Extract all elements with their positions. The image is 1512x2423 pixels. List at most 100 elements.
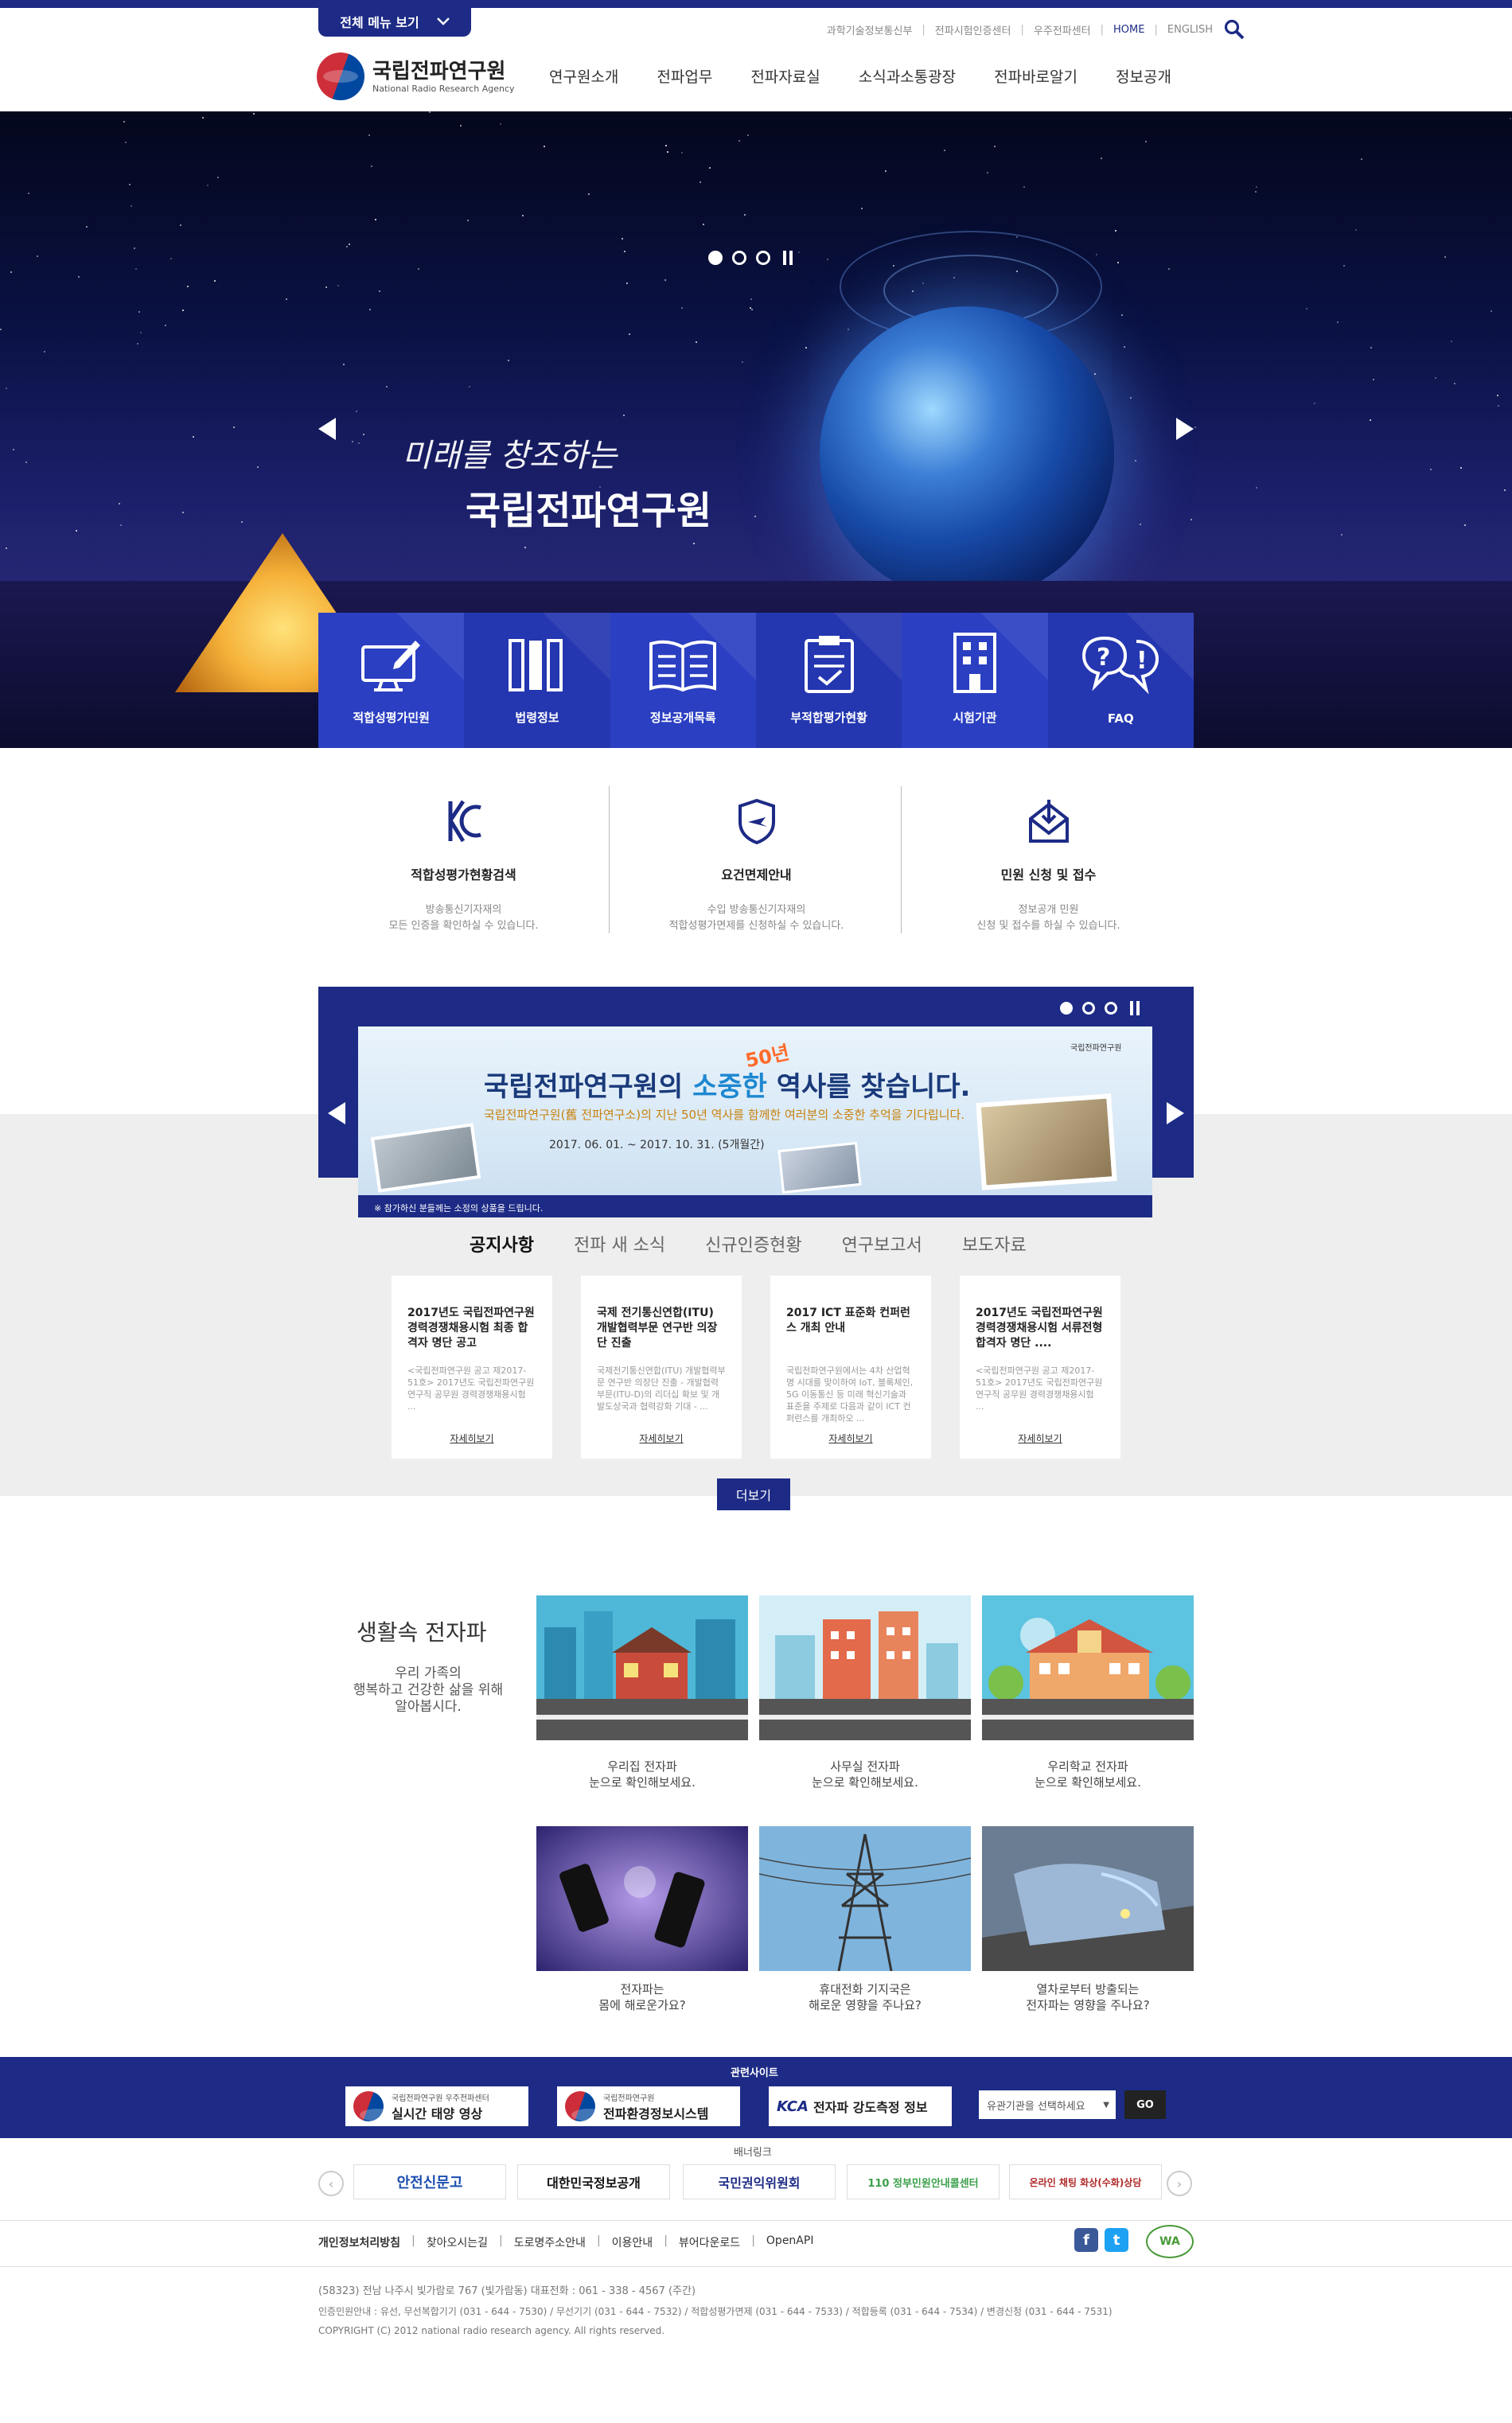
hero-title: 국립전파연구원 xyxy=(466,489,712,533)
hero-dot-3[interactable] xyxy=(756,251,770,265)
quick-link-law[interactable]: 법령정보 xyxy=(464,613,610,748)
notice-card-title: 2017 ICT 표준화 컨퍼런스 개최 안내 xyxy=(786,1307,910,1334)
star-dot xyxy=(1430,469,1432,471)
nav-item-learn[interactable]: 전파바로알기 xyxy=(994,65,1077,87)
notice-card-more-link[interactable]: 자세히보기 xyxy=(786,1432,915,1445)
life-thumb-school[interactable] xyxy=(982,1595,1194,1740)
footer-link-road-address[interactable]: 도로명주소안내 xyxy=(514,2234,586,2250)
star-dot xyxy=(1124,346,1126,349)
quick-link-test-lab[interactable]: 시험기관 xyxy=(902,613,1048,748)
banner-dot-3[interactable] xyxy=(1105,1002,1117,1015)
util-link-cert-center[interactable]: 전파시험인증센터 xyxy=(935,22,1011,37)
twitter-icon[interactable]: t xyxy=(1105,2228,1128,2252)
logo-english-name: National Radio Research Agency xyxy=(372,83,515,94)
notice-card[interactable]: 국제 전기통신연합(ITU) 개발협력부문 연구반 의장단 진출 국제전기통신연… xyxy=(581,1276,742,1459)
event-banner[interactable]: 국립전파연구원 국립전파연구원의 소중한 역사를 찾습니다. 50년 국립전파연… xyxy=(358,1026,1152,1217)
hero-subtitle: 미래를 창조하는 xyxy=(402,438,618,474)
life-thumb-home[interactable] xyxy=(536,1595,748,1740)
banner-next-circle-icon[interactable]: › xyxy=(1167,2171,1192,2196)
util-link-msit[interactable]: 과학기술정보통신부 xyxy=(827,22,913,37)
tab-press-releases[interactable]: 보도자료 xyxy=(962,1231,1027,1256)
go-button[interactable]: GO xyxy=(1124,2090,1166,2119)
all-menu-button[interactable]: 전체 메뉴 보기 xyxy=(318,6,471,37)
banner-dot-2[interactable] xyxy=(1082,1002,1095,1015)
footer-link-guide[interactable]: 이용안내 xyxy=(612,2234,653,2250)
tab-notice[interactable]: 공지사항 xyxy=(470,1231,534,1256)
star-dot xyxy=(170,257,173,259)
related-org-select[interactable]: 유관기관을 선택하세요 ▼ xyxy=(979,2090,1116,2119)
banner-link-chat[interactable]: 온라인 채팅 화상(수화)상담 xyxy=(1009,2164,1162,2199)
banner-link-110[interactable]: 110 정부민원안내콜센터 xyxy=(847,2164,1000,2199)
notice-card-more-link[interactable]: 자세히보기 xyxy=(597,1432,726,1445)
life-thumb-train[interactable] xyxy=(982,1826,1194,1971)
svg-text:!: ! xyxy=(1136,647,1148,675)
quick-link-nonconformity[interactable]: 부적합평가현황 xyxy=(755,613,902,748)
quick-link-info-list[interactable]: 정보공개목록 xyxy=(610,613,756,748)
tab-radio-news[interactable]: 전파 새 소식 xyxy=(574,1231,665,1256)
nav-item-disclosure[interactable]: 정보공개 xyxy=(1116,65,1171,87)
hero-dot-2[interactable] xyxy=(732,251,746,265)
util-link-space-center[interactable]: 우주전파센터 xyxy=(1034,22,1091,37)
star-dot xyxy=(692,542,695,544)
notice-card-more-link[interactable]: 자세히보기 xyxy=(976,1432,1105,1445)
related-site-env[interactable]: 국립전파연구원 전파환경정보시스템 xyxy=(557,2086,740,2126)
service-conformity-search[interactable]: 적합성평가현황검색 방송통신기자재의 모든 인증을 확인하실 수 있습니다. xyxy=(318,796,609,934)
tab-new-certifications[interactable]: 신규인증현황 xyxy=(705,1231,801,1256)
tab-research-reports[interactable]: 연구보고서 xyxy=(842,1231,922,1256)
facebook-icon[interactable]: f xyxy=(1074,2228,1098,2252)
nav-item-about[interactable]: 연구원소개 xyxy=(549,65,618,87)
banner-dot-1[interactable] xyxy=(1060,1002,1073,1015)
footer-link-openapi[interactable]: OpenAPI xyxy=(766,2234,814,2250)
search-icon[interactable] xyxy=(1224,19,1245,40)
nav-item-radio-work[interactable]: 전파업무 xyxy=(657,65,712,87)
star-dot xyxy=(943,150,945,152)
banner-link-acrc[interactable]: 국민권익위원회 xyxy=(683,2164,836,2199)
nav-item-news[interactable]: 소식과소통광장 xyxy=(859,65,956,87)
hero-dot-1[interactable] xyxy=(708,251,723,265)
notice-card[interactable]: 2017 ICT 표준화 컨퍼런스 개최 안내 국립전파연구원에서는 4차 산업… xyxy=(770,1276,931,1459)
related-site-solar[interactable]: 국립전파연구원 우주전파센터 실시간 태양 영상 xyxy=(345,2086,528,2126)
nav-item-library[interactable]: 전파자료실 xyxy=(750,65,820,87)
svg-text:?: ? xyxy=(1097,644,1110,672)
service-civil-petition[interactable]: 민원 신청 및 접수 정보공개 민원 신청 및 접수를 하실 수 있습니다. xyxy=(903,796,1194,934)
star-dot xyxy=(1341,533,1343,536)
quick-link-faq[interactable]: ?! FAQ xyxy=(1047,613,1194,748)
banner-link-open-gov[interactable]: 대한민국정보공개 xyxy=(517,2164,670,2199)
star-dot xyxy=(119,503,121,505)
notice-card[interactable]: 2017년도 국립전파연구원 경력경쟁채용시험 서류전형 합격자 명단 ....… xyxy=(960,1276,1120,1459)
footer-link-viewer[interactable]: 뷰어다운로드 xyxy=(679,2234,740,2250)
hero-next-arrow-icon[interactable] xyxy=(1176,418,1194,440)
related-site-kca[interactable]: KCA 전자파 강도측정 정보 xyxy=(769,2086,952,2126)
service-title: 적합성평가현황검색 xyxy=(411,867,516,882)
service-exemption[interactable]: 요건면제안내 수입 방송통신기자재의 적합성평가면제를 신청하실 수 있습니다. xyxy=(611,796,902,934)
pause-icon[interactable] xyxy=(780,251,793,265)
life-thumb-office[interactable] xyxy=(759,1595,971,1740)
more-button[interactable]: 더보기 xyxy=(717,1478,790,1510)
notice-card-more-link[interactable]: 자세히보기 xyxy=(407,1432,536,1445)
quick-link-conformity[interactable]: 적합성평가민원 xyxy=(318,613,465,748)
banner-next-arrow-icon[interactable] xyxy=(1167,1102,1184,1124)
hero-prev-arrow-icon[interactable] xyxy=(318,418,336,440)
star-dot xyxy=(1256,487,1258,489)
life-thumb-tower[interactable] xyxy=(759,1826,971,1971)
life-caption-home: 우리집 전자파 눈으로 확인해보세요. xyxy=(589,1759,696,1790)
life-thumb-phone[interactable] xyxy=(536,1826,748,1971)
footer-links: 개인정보처리방침 | 찾아오시는길 | 도로명주소안내 | 이용안내 | 뷰어다운로드 |… xyxy=(318,2234,814,2250)
notice-card[interactable]: 2017년도 국립전파연구원 경력경쟁채용시험 최종 합격자 명단 공고 <국립… xyxy=(392,1276,552,1459)
banner-link-safety[interactable]: 안전신문고 xyxy=(353,2164,506,2199)
banner-prev-circle-icon[interactable]: ‹ xyxy=(318,2171,344,2196)
banner-photo-mid xyxy=(777,1141,862,1194)
site-logo[interactable]: 국립전파연구원 National Radio Research Agency xyxy=(317,53,515,100)
footer-link-directions[interactable]: 찾아오시는길 xyxy=(427,2234,488,2250)
star-dot xyxy=(417,268,419,271)
star-dot xyxy=(1454,383,1456,385)
pause-icon[interactable] xyxy=(1127,1001,1140,1015)
web-accessibility-mark-icon: WA xyxy=(1146,2225,1194,2258)
star-dot xyxy=(1135,460,1137,462)
star-dot xyxy=(1101,157,1103,159)
footer-link-privacy[interactable]: 개인정보처리방침 xyxy=(318,2234,400,2250)
util-link-english[interactable]: ENGLISH xyxy=(1167,24,1213,36)
utility-nav: 과학기술정보통신부 | 전파시험인증센터 | 우주전파센터 | HOME | ENGLI… xyxy=(827,19,1245,40)
util-link-home[interactable]: HOME xyxy=(1113,24,1144,36)
banner-prev-arrow-icon[interactable] xyxy=(328,1102,345,1124)
